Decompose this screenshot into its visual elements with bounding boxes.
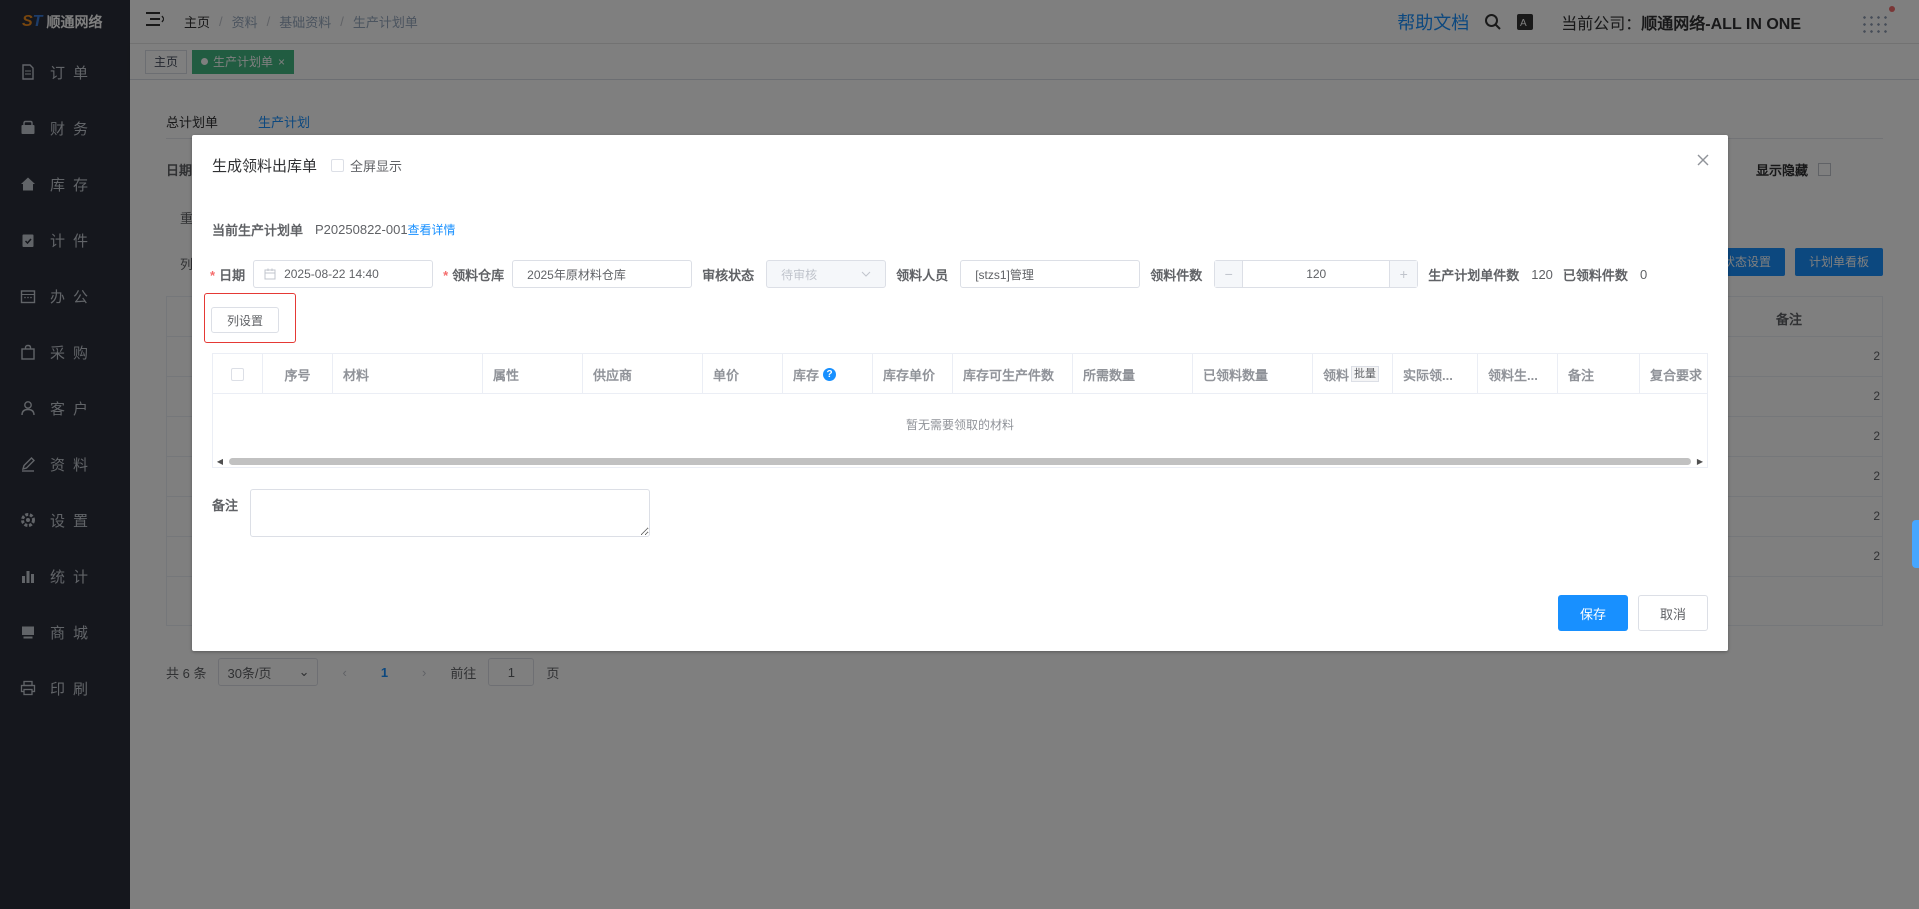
warehouse-label-text: 领料仓库 bbox=[452, 267, 505, 283]
material-table: 序号 材料 属性 供应商 单价 库存? 库存单价 库存可生产件数 所需数量 已领料数量 领料 批量 实际… bbox=[212, 353, 1708, 468]
column-header: 所需数量 bbox=[1073, 354, 1193, 394]
picker-person-value: [stzs1]管理 bbox=[975, 267, 1034, 282]
column-header-label: 供应商 bbox=[593, 367, 633, 383]
column-header: 备注 bbox=[1558, 354, 1640, 394]
chevron-down-icon bbox=[861, 271, 871, 277]
scrollbar-thumb[interactable] bbox=[229, 458, 1691, 465]
dialog-header: 生成领料出库单 全屏显示 bbox=[212, 155, 402, 176]
column-header: 材料 bbox=[333, 354, 483, 394]
column-header: 序号 bbox=[263, 354, 333, 394]
column-settings-button[interactable]: 列设置 bbox=[211, 307, 279, 333]
fullscreen-toggle[interactable]: 全屏显示 bbox=[331, 156, 402, 175]
help-icon[interactable]: ? bbox=[823, 367, 837, 381]
decrease-icon[interactable]: − bbox=[1215, 261, 1244, 287]
dialog-footer: 保存 取消 bbox=[1558, 595, 1708, 631]
column-header: 复合要求 bbox=[1640, 354, 1707, 394]
audit-status-select: 待审核 bbox=[766, 260, 887, 288]
column-header: 已领料数量 bbox=[1193, 354, 1313, 394]
current-plan-number: P20250822-001 bbox=[315, 222, 408, 237]
audit-status-label: 审核状态 bbox=[702, 267, 755, 283]
picker-person-select[interactable]: [stzs1]管理 bbox=[960, 260, 1141, 288]
column-header-label: 材料 bbox=[343, 367, 370, 383]
picked-qty-label: 已领料件数 bbox=[1562, 267, 1628, 283]
pick-qty-label: 领料件数 bbox=[1150, 267, 1203, 283]
pick-qty-value[interactable]: 120 bbox=[1243, 261, 1389, 287]
view-detail-link[interactable]: 查看详情 bbox=[408, 221, 456, 238]
column-settings-highlight: 列设置 bbox=[204, 293, 296, 343]
column-header-label: 实际领... bbox=[1403, 367, 1453, 383]
column-header-label: 领料生... bbox=[1488, 367, 1538, 383]
date-label: * 日期 bbox=[210, 267, 246, 283]
column-header: 供应商 bbox=[583, 354, 703, 394]
pick-qty-stepper[interactable]: − 120 + bbox=[1214, 260, 1419, 288]
column-header-label: 库存可生产件数 bbox=[963, 367, 1055, 383]
date-label-text: 日期 bbox=[219, 267, 246, 283]
column-header: 实际领... bbox=[1393, 354, 1478, 394]
column-header-label: 库存单价 bbox=[883, 367, 936, 383]
plan-qty-label: 生产计划单件数 bbox=[1428, 267, 1520, 283]
scroll-left-icon[interactable]: ◀ bbox=[215, 456, 225, 466]
warehouse-select[interactable]: 2025年原材料仓库 bbox=[512, 260, 693, 288]
column-header: 属性 bbox=[483, 354, 583, 394]
remark-textarea[interactable] bbox=[250, 489, 651, 537]
save-button[interactable]: 保存 bbox=[1558, 595, 1628, 631]
column-header: 领料生... bbox=[1478, 354, 1558, 394]
column-header-label: 所需数量 bbox=[1083, 367, 1136, 383]
column-header: 单价 bbox=[703, 354, 783, 394]
column-header: 库存可生产件数 bbox=[953, 354, 1073, 394]
picker-person-label: 领料人员 bbox=[896, 267, 949, 283]
column-header-label: 库存 bbox=[793, 367, 820, 383]
current-plan-label: 当前生产计划单 bbox=[212, 223, 304, 238]
current-plan-row: 当前生产计划单 P20250822-001 查看详情 bbox=[212, 220, 456, 239]
select-all-checkbox[interactable] bbox=[231, 367, 244, 381]
column-header-label: 复合要求 bbox=[1650, 367, 1703, 383]
cancel-button[interactable]: 取消 bbox=[1638, 595, 1708, 631]
horizontal-scrollbar[interactable]: ◀ ▶ bbox=[213, 455, 1707, 467]
column-header: 库存单价 bbox=[873, 354, 953, 394]
date-picker[interactable]: 2025-08-22 14:40 bbox=[253, 260, 434, 288]
scroll-right-icon[interactable]: ▶ bbox=[1695, 456, 1705, 466]
calendar-icon bbox=[264, 268, 276, 280]
increase-icon[interactable]: + bbox=[1389, 261, 1418, 287]
column-header: 库存? bbox=[783, 354, 873, 394]
date-value: 2025-08-22 14:40 bbox=[284, 267, 379, 281]
warehouse-label: * 领料仓库 bbox=[443, 267, 505, 283]
column-header: 领料 批量 bbox=[1313, 354, 1393, 394]
fullscreen-label: 全屏显示 bbox=[350, 159, 403, 174]
remark-label: 备注 bbox=[212, 498, 239, 513]
batch-button[interactable]: 批量 bbox=[1351, 366, 1380, 382]
side-handle[interactable] bbox=[1912, 520, 1919, 568]
warehouse-value: 2025年原材料仓库 bbox=[527, 267, 626, 282]
plan-qty-value: 120 bbox=[1531, 266, 1553, 282]
fullscreen-checkbox[interactable] bbox=[331, 159, 345, 172]
dialog-title: 生成领料出库单 bbox=[212, 158, 318, 175]
column-header-label: 备注 bbox=[1568, 367, 1595, 383]
empty-state: 暂无需要领取的材料 bbox=[905, 418, 1014, 432]
material-table-header: 序号 材料 属性 供应商 单价 库存? 库存单价 库存可生产件数 所需数量 已领料数量 领料 批量 实际… bbox=[213, 354, 1707, 394]
close-icon[interactable] bbox=[1696, 153, 1710, 167]
issue-form-row: * 日期 2025-08-22 14:40 * 领料仓库 2025年原材料仓库 审核… bbox=[210, 260, 1647, 288]
create-material-issue-dialog: 生成领料出库单 全屏显示 当前生产计划单 P20250822-001 查看详情 … bbox=[192, 135, 1728, 651]
column-header-label: 已领料数量 bbox=[1203, 367, 1269, 383]
picked-qty-value: 0 bbox=[1639, 266, 1648, 282]
audit-status-value: 待审核 bbox=[781, 267, 818, 282]
remark-row: 备注 bbox=[212, 489, 651, 537]
column-header-label: 属性 bbox=[493, 367, 520, 383]
select-all-header bbox=[213, 354, 263, 394]
column-header-label: 单价 bbox=[713, 367, 740, 383]
column-header-label: 领料 bbox=[1323, 367, 1350, 383]
column-header-label: 序号 bbox=[284, 367, 311, 383]
